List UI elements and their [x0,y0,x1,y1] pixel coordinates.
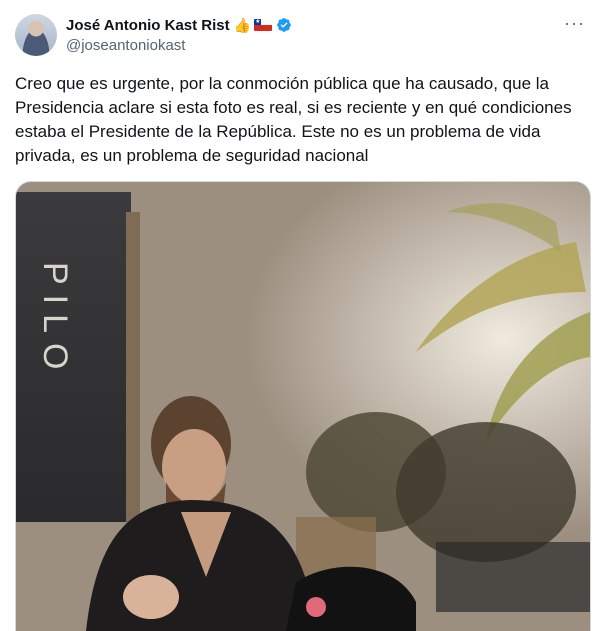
tweet-header: José Antonio Kast Rist 👍 @joseantoniokas… [66,14,585,58]
photo-scene: PILO [16,182,590,631]
author-display-name[interactable]: José Antonio Kast Rist [66,17,230,34]
tweet-text: Creo que es urgente, por la conmoción pú… [15,74,572,165]
sign-text: PILO [36,262,74,379]
tweet-photo[interactable]: PILO [15,181,591,631]
tweet: José Antonio Kast Rist 👍 @joseantoniokas… [0,0,605,631]
verified-badge-icon [277,18,291,32]
avatar[interactable] [15,14,57,56]
more-options-icon[interactable]: ··· [564,14,585,32]
author-handle[interactable]: @joseantoniokast [66,37,585,54]
chile-flag-icon [254,19,273,31]
author-name-row: José Antonio Kast Rist 👍 [66,14,585,36]
thumbs-up-icon: 👍 [233,17,252,33]
